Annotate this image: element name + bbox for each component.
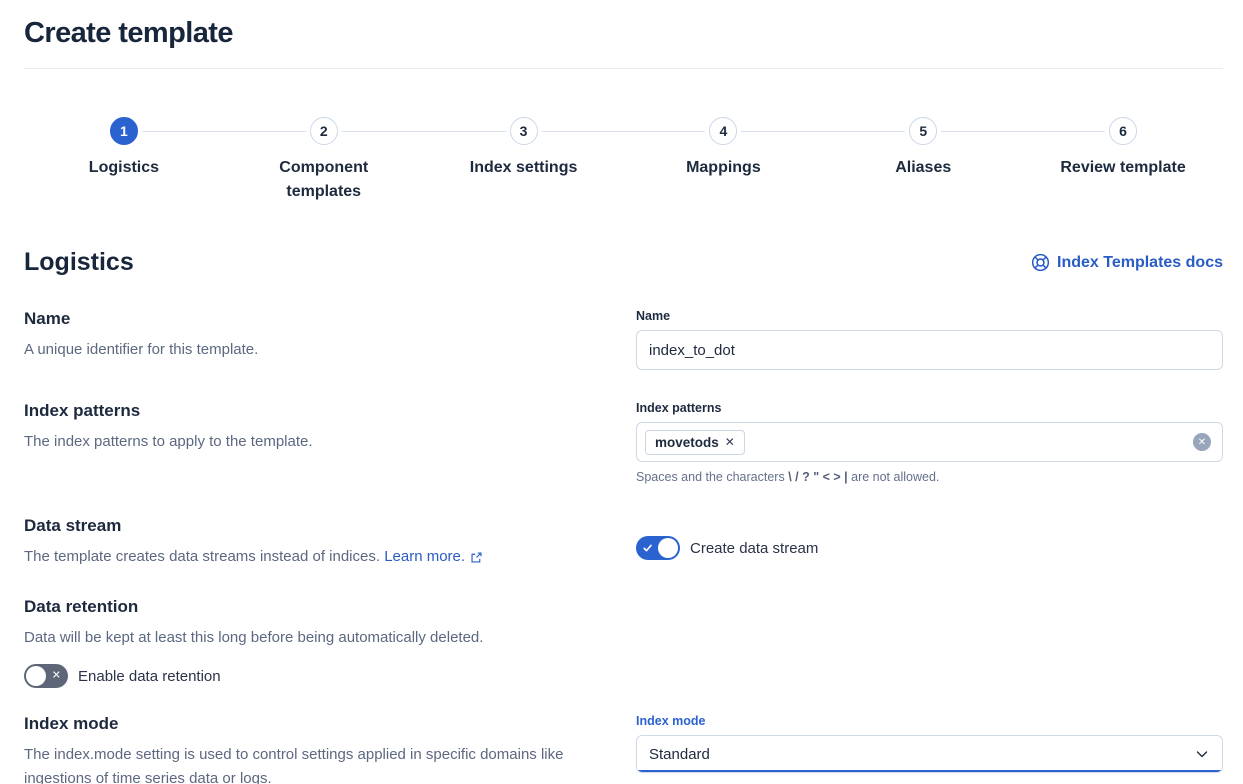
step-connector	[823, 131, 905, 132]
step-label: Aliases	[895, 156, 951, 180]
index-patterns-field-label: Index patterns	[636, 399, 1223, 417]
step-label: Index settings	[470, 156, 578, 180]
enable-data-retention-toggle[interactable]: ✕	[24, 664, 68, 688]
data-retention-section-title: Data retention	[24, 595, 596, 619]
step-connector	[623, 131, 705, 132]
section-title: Logistics	[24, 248, 134, 277]
step-connector	[342, 131, 424, 132]
docs-life-ring-icon	[1031, 253, 1050, 272]
step-connector	[741, 131, 823, 132]
step-label: Component templates	[249, 156, 399, 204]
create-data-stream-label: Create data stream	[690, 540, 818, 557]
index-mode-field-label: Index mode	[636, 712, 1223, 730]
index-templates-docs-link[interactable]: Index Templates docs	[1031, 253, 1223, 272]
index-patterns-help-text: Spaces and the characters \ / ? " < > | …	[636, 468, 1223, 486]
step-logistics[interactable]: 1 Logistics	[24, 117, 224, 204]
step-number-badge[interactable]: 3	[510, 117, 538, 145]
enable-data-retention-label: Enable data retention	[78, 668, 221, 685]
step-label: Mappings	[686, 156, 761, 180]
step-aliases[interactable]: 5 Aliases	[823, 117, 1023, 204]
step-connector	[142, 131, 224, 132]
data-stream-section-title: Data stream	[24, 514, 596, 538]
header-divider	[24, 68, 1223, 69]
chevron-down-icon	[1194, 746, 1210, 762]
index-mode-section-description: The index.mode setting is used to contro…	[24, 743, 596, 784]
clear-combobox-icon[interactable]: ✕	[1193, 433, 1211, 451]
remove-tag-icon[interactable]: ✕	[725, 436, 735, 448]
name-field-label: Name	[636, 307, 1223, 325]
toggle-check-icon	[642, 542, 654, 554]
page-title: Create template	[24, 13, 1223, 53]
index-mode-select[interactable]: Standard	[636, 735, 1223, 773]
step-connector	[424, 131, 506, 132]
data-stream-learn-more-link[interactable]: Learn more.	[384, 545, 483, 569]
index-pattern-tag: movetods ✕	[645, 430, 745, 455]
step-number-badge[interactable]: 5	[909, 117, 937, 145]
wizard-stepper: 1 Logistics 2 Component templates 3 Inde…	[24, 117, 1223, 204]
step-connector	[542, 131, 624, 132]
toggle-knob	[658, 538, 678, 558]
index-patterns-section-description: The index patterns to apply to the templ…	[24, 430, 596, 454]
index-patterns-section-title: Index patterns	[24, 399, 596, 423]
step-review-template[interactable]: 6 Review template	[1023, 117, 1223, 204]
step-component-templates[interactable]: 2 Component templates	[224, 117, 424, 204]
external-link-icon	[470, 551, 483, 564]
step-label: Review template	[1060, 156, 1185, 180]
create-data-stream-toggle[interactable]	[636, 536, 680, 560]
name-section-title: Name	[24, 307, 596, 331]
step-connector	[1023, 131, 1105, 132]
data-stream-section-description: The template creates data streams instea…	[24, 545, 596, 569]
toggle-cross-icon: ✕	[52, 671, 61, 682]
index-pattern-tag-label: movetods	[655, 435, 719, 450]
name-section-description: A unique identifier for this template.	[24, 338, 596, 362]
data-retention-section-description: Data will be kept at least this long bef…	[24, 626, 596, 650]
name-input[interactable]	[636, 330, 1223, 370]
step-mappings[interactable]: 4 Mappings	[623, 117, 823, 204]
step-number-badge[interactable]: 2	[310, 117, 338, 145]
step-connector	[224, 131, 306, 132]
step-number-badge[interactable]: 4	[709, 117, 737, 145]
index-mode-section-title: Index mode	[24, 712, 596, 736]
index-mode-selected-value: Standard	[649, 746, 710, 763]
step-connector	[941, 131, 1023, 132]
toggle-knob	[26, 666, 46, 686]
step-index-settings[interactable]: 3 Index settings	[424, 117, 624, 204]
step-number-badge[interactable]: 6	[1109, 117, 1137, 145]
index-patterns-combobox[interactable]: movetods ✕ ✕	[636, 422, 1223, 462]
step-label: Logistics	[89, 156, 159, 180]
page-header: Create template	[24, 0, 1223, 53]
docs-link-label: Index Templates docs	[1057, 254, 1223, 272]
step-number-badge[interactable]: 1	[110, 117, 138, 145]
